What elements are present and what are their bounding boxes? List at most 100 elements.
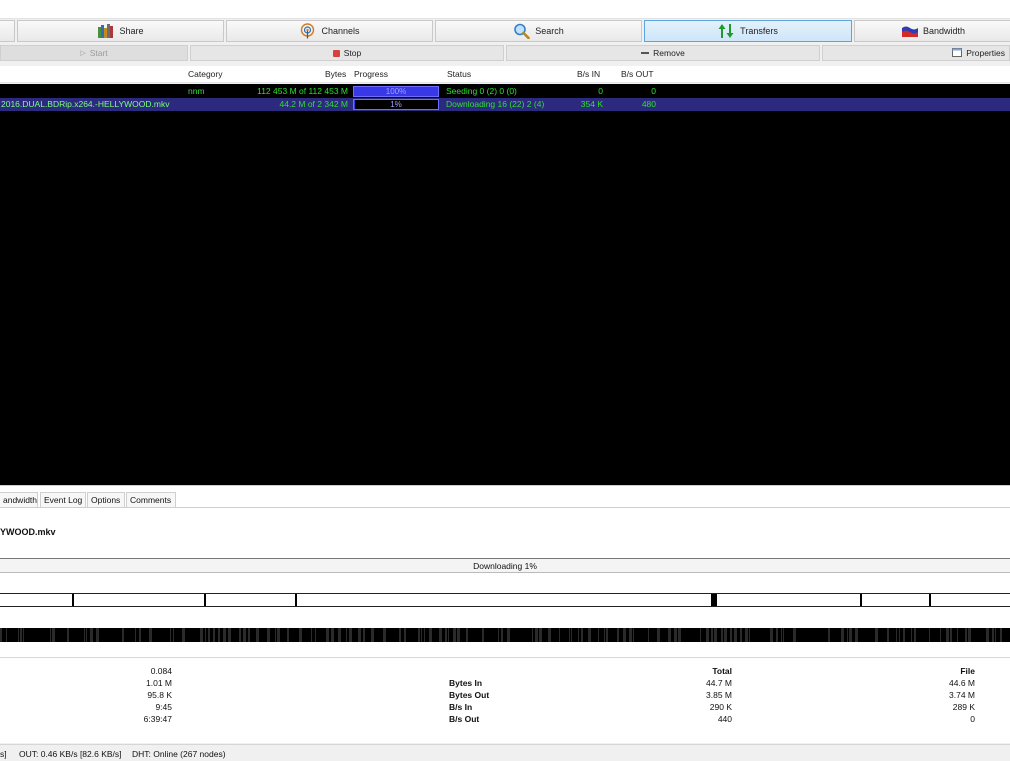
- progress-text: 100%: [385, 87, 407, 96]
- piece-stripe: [875, 628, 878, 642]
- piece-stripe: [887, 628, 889, 642]
- piece-stripe: [299, 628, 302, 642]
- piece-stripe: [135, 628, 136, 642]
- piece-stripe: [218, 628, 220, 642]
- piece-stripe: [914, 628, 916, 642]
- column-bps-out[interactable]: B/s OUT: [621, 69, 654, 79]
- tab-bandwidth-detail[interactable]: andwidth: [0, 492, 38, 507]
- piece-stripe: [992, 628, 994, 642]
- stat-left-2: 95.8 K: [147, 690, 172, 700]
- tab-bandwidth[interactable]: Bandwidth: [854, 20, 1010, 42]
- piece-stripe: [598, 628, 599, 642]
- piece-stripe: [749, 628, 750, 642]
- piece-stripe: [418, 628, 420, 642]
- piece-stripe: [208, 628, 210, 642]
- stat-left-1: 1.01 M: [146, 678, 172, 688]
- column-progress[interactable]: Progress: [354, 69, 388, 79]
- piece-stripe: [569, 628, 570, 642]
- transfer-bps-out: 0: [651, 86, 656, 96]
- piece-stripe: [724, 628, 727, 642]
- tab-event-log[interactable]: Event Log: [40, 492, 86, 507]
- column-bps-in[interactable]: B/s IN: [577, 69, 600, 79]
- tab-share-label: Share: [119, 26, 144, 36]
- tab-share[interactable]: Share: [17, 20, 224, 42]
- remove-button[interactable]: Remove: [506, 45, 820, 61]
- piece-stripe: [507, 628, 510, 642]
- download-status-text: Downloading 1%: [473, 561, 537, 571]
- piece-stripe: [648, 628, 649, 642]
- stats-divider: [0, 657, 1010, 658]
- piece-stripe: [793, 628, 796, 642]
- transfer-progress-bar: 100%: [353, 86, 439, 97]
- tab-options[interactable]: Options: [87, 492, 125, 507]
- piece-stripe: [50, 628, 51, 642]
- status-dht: DHT: Online (267 nodes): [132, 749, 226, 759]
- transfers-column-header: Category Bytes Progress Status B/s IN B/…: [0, 66, 1010, 83]
- transfer-row[interactable]: nnm 112 453 M of 112 453 M 100% Seeding …: [0, 85, 1010, 98]
- start-button[interactable]: ▷ Start: [0, 45, 188, 61]
- piece-stripe: [311, 628, 312, 642]
- status-bar: s] OUT: 0.46 KB/s [82.6 KB/s] DHT: Onlin…: [0, 744, 1010, 761]
- stop-button[interactable]: Stop: [190, 45, 504, 61]
- piece-stripe: [205, 628, 206, 642]
- segment-mark: [72, 594, 74, 606]
- piece-stripe: [501, 628, 503, 642]
- piece-stripe: [950, 628, 952, 642]
- tab-comments[interactable]: Comments: [126, 492, 176, 507]
- piece-stripe: [275, 628, 276, 642]
- piece-stripe: [200, 628, 203, 642]
- transfer-bps-out: 480: [641, 99, 656, 109]
- piece-stripe: [331, 628, 334, 642]
- download-status-bar: Downloading 1%: [0, 558, 1010, 573]
- progress-text: 1%: [390, 100, 402, 109]
- piece-stripe: [243, 628, 246, 642]
- column-category[interactable]: Category: [188, 69, 223, 79]
- tab-bandwidth-label: Bandwidth: [922, 26, 966, 36]
- piece-stripe: [896, 628, 897, 642]
- piece-stripe: [721, 628, 723, 642]
- transfer-bytes: 112 453 M of 112 453 M: [257, 86, 348, 96]
- piece-stripe: [968, 628, 971, 642]
- stop-icon: [332, 49, 340, 57]
- tab-library[interactable]: [0, 20, 15, 42]
- piece-stripe: [371, 628, 374, 642]
- piece-stripe: [668, 628, 671, 642]
- total-header: Total: [712, 666, 732, 676]
- piece-stripe: [781, 628, 782, 642]
- piece-stripe: [466, 628, 468, 642]
- tab-search[interactable]: Search: [435, 20, 642, 42]
- piece-stripe: [182, 628, 185, 642]
- column-status[interactable]: Status: [447, 69, 471, 79]
- piece-stripe: [383, 628, 386, 642]
- piece-stripe: [571, 628, 572, 642]
- detail-panel: andwidth Event Log Options Comments YWOO…: [0, 485, 1010, 743]
- column-bytes[interactable]: Bytes: [325, 69, 346, 79]
- total-bytes-in: 44.7 M: [706, 678, 732, 688]
- piece-stripe: [995, 628, 996, 642]
- tab-channels[interactable]: Channels: [226, 20, 433, 42]
- piece-stripe: [770, 628, 773, 642]
- properties-icon: [952, 47, 963, 59]
- transfer-row-selected[interactable]: 2016.DUAL.BDRip.x264.-HELLYWOOD.mkv 44.2…: [0, 98, 1010, 111]
- piece-stripe: [256, 628, 259, 642]
- detail-filename: YWOOD.mkv: [0, 527, 56, 537]
- piece-stripe: [940, 628, 941, 642]
- piece-stripe: [223, 628, 226, 642]
- transfer-status: Seeding 0 (2) 0 (0): [446, 86, 517, 96]
- segment-mark: [295, 594, 297, 606]
- piece-stripe: [421, 628, 422, 642]
- pieces-map: [0, 628, 1010, 642]
- piece-stripe: [96, 628, 99, 642]
- label-bytes-in: Bytes In: [449, 678, 483, 688]
- piece-stripe: [700, 628, 701, 642]
- piece-stripe: [248, 628, 250, 642]
- piece-stripe: [629, 628, 632, 642]
- segment-mark: [204, 594, 206, 606]
- piece-stripe: [606, 628, 608, 642]
- total-bps-out: 440: [717, 714, 732, 724]
- tab-transfers[interactable]: Transfers: [644, 20, 852, 42]
- properties-button[interactable]: Properties: [822, 45, 1010, 61]
- label-bps-out: B/s Out: [449, 714, 480, 724]
- transfer-name: 2016.DUAL.BDRip.x264.-HELLYWOOD.mkv: [1, 99, 170, 109]
- transfers-list[interactable]: nnm 112 453 M of 112 453 M 100% Seeding …: [0, 84, 1010, 485]
